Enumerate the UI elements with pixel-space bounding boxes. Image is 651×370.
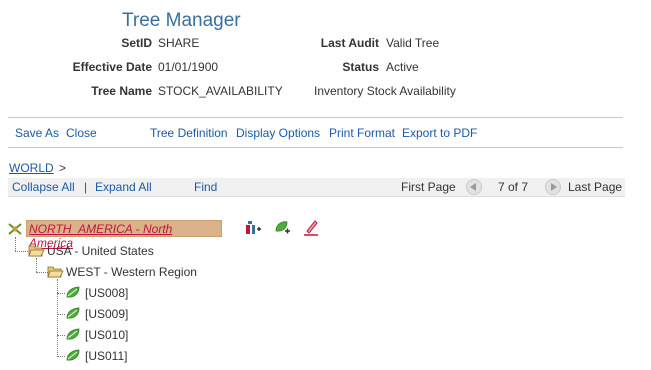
effective-date-value: 01/01/1900 — [158, 60, 219, 74]
next-page-icon[interactable] — [545, 179, 561, 195]
tree-connector — [57, 293, 65, 294]
setid-label: SetID — [121, 36, 152, 50]
collapse-all-link[interactable]: Collapse All — [12, 180, 75, 194]
open-folder-icon[interactable] — [47, 264, 64, 278]
tree-root-icon — [8, 223, 22, 235]
tree-detail-node[interactable]: [US009] — [85, 307, 128, 321]
first-page-label: First Page — [401, 180, 456, 194]
tree-detail-node[interactable]: [US008] — [85, 286, 128, 300]
tree-connector — [15, 237, 16, 251]
status-label: Status — [342, 60, 379, 74]
effective-date-label: Effective Date — [72, 60, 152, 74]
leaf-icon — [66, 286, 80, 298]
leaf-icon — [66, 349, 80, 361]
tree-definition-link[interactable]: Tree Definition — [150, 126, 228, 140]
setid-value: SHARE — [158, 36, 200, 50]
close-link[interactable]: Close — [66, 126, 97, 140]
nav-separator: | — [84, 180, 88, 194]
tree-connector — [57, 335, 65, 336]
breadcrumb-separator: > — [59, 161, 67, 175]
tree-connector — [57, 356, 65, 357]
tree-connector — [15, 251, 28, 252]
divider-top — [8, 117, 623, 118]
last-page-label: Last Page — [568, 180, 623, 194]
print-format-link[interactable]: Print Format — [329, 126, 395, 140]
tree-detail-node[interactable]: [US010] — [85, 328, 128, 342]
tree-name-label: Tree Name — [91, 84, 152, 98]
breadcrumb-world-link[interactable]: WORLD — [9, 161, 54, 175]
tree-detail-node[interactable]: [US011] — [85, 349, 127, 363]
divider-toolbar — [8, 147, 623, 148]
insert-leaf-icon[interactable] — [274, 220, 290, 236]
leaf-icon — [66, 328, 80, 340]
tree-name-value: STOCK_AVAILABILITY — [158, 84, 283, 98]
tree-root-node[interactable]: NORTH_AMERICA - North America — [26, 220, 222, 250]
last-audit-value: Valid Tree — [386, 36, 440, 50]
previous-page-icon[interactable] — [466, 179, 482, 195]
tree-navigation-bar: Collapse All | Expand All Find First Pag… — [8, 178, 625, 197]
breadcrumb: WORLD > — [9, 161, 66, 175]
save-as-link[interactable]: Save As — [15, 126, 59, 140]
leaf-icon — [66, 307, 80, 319]
last-audit-label: Last Audit — [320, 36, 379, 50]
export-pdf-link[interactable]: Export to PDF — [402, 126, 477, 140]
find-link[interactable]: Find — [194, 180, 217, 194]
open-folder-icon[interactable] — [28, 243, 45, 257]
tree-connector — [57, 279, 58, 355]
tree-node-west[interactable]: WEST - Western Region — [66, 265, 197, 279]
page-info: 7 of 7 — [498, 180, 529, 194]
tree-connector — [36, 258, 37, 272]
tree-connector — [57, 314, 65, 315]
status-value: Active — [386, 60, 419, 74]
tree-node-usa[interactable]: USA - United States — [47, 244, 154, 258]
display-options-link[interactable]: Display Options — [236, 126, 320, 140]
tree-description: Inventory Stock Availability — [314, 84, 456, 98]
expand-all-link[interactable]: Expand All — [95, 180, 152, 194]
insert-child-icon[interactable] — [245, 220, 261, 236]
edit-pencil-icon[interactable] — [303, 218, 319, 236]
page-title: Tree Manager — [122, 10, 241, 31]
